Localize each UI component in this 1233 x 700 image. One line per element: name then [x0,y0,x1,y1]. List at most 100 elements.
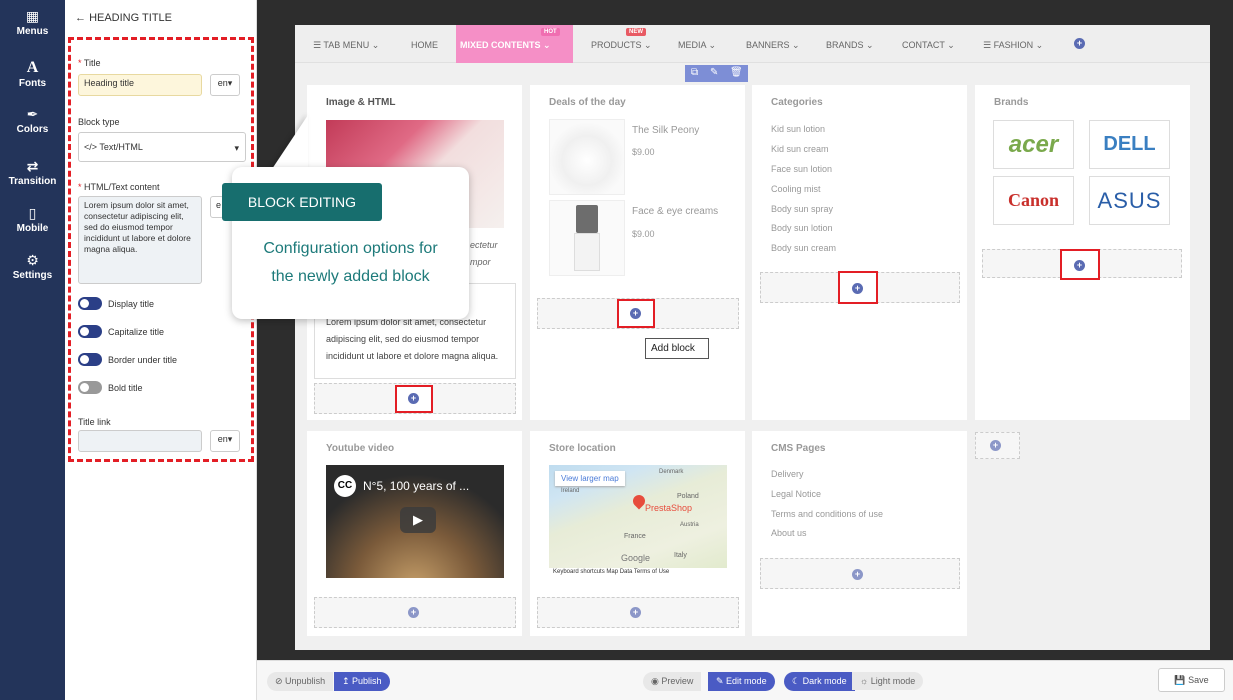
back-header[interactable]: ← HEADING TITLE [75,12,172,24]
add-block-button[interactable]: + [1074,260,1085,271]
nav-menus[interactable]: ▦ Menus [0,8,65,37]
save-button[interactable]: 💾 Save [1158,668,1225,692]
category-item[interactable]: Body sun spray [771,204,833,214]
product-price: $9.00 [632,147,655,157]
shuffle-icon: ⇄ [26,158,39,174]
menu-item-media[interactable]: MEDIA ⌄ [678,40,716,51]
html-label: * HTML/Text content [78,182,160,192]
category-item[interactable]: Kid sun cream [771,144,829,154]
nav-settings[interactable]: ⚙ Settings [0,252,65,281]
html-snippet: mpor [470,257,491,267]
nav-mobile[interactable]: ▯ Mobile [0,205,65,234]
product-price: $9.00 [632,229,655,239]
column-title: Categories [771,97,823,108]
add-block-button[interactable]: + [630,308,641,319]
hamburger-icon: ☰ [313,40,322,50]
title-link-input[interactable] [78,430,202,452]
asus-logo[interactable]: ASUS [1089,176,1170,225]
edit-mode-button[interactable]: ✎ Edit mode [708,672,775,691]
add-column-button[interactable]: + [990,440,1001,451]
capitalize-title-toggle[interactable] [78,325,102,338]
bold-title-toggle[interactable] [78,381,102,394]
nav-colors[interactable]: ✒ Colors [0,106,65,135]
video-thumbnail[interactable]: CC N°5, 100 years of ... ▶ [326,465,504,578]
product-name: Face & eye creams [632,206,719,217]
category-item[interactable]: Body sun cream [771,243,836,253]
play-icon[interactable]: ▶ [400,507,436,533]
category-item[interactable]: Kid sun lotion [771,124,825,134]
light-mode-button[interactable]: ☼ Light mode [852,672,924,690]
nav-transition[interactable]: ⇄ Transition [0,158,65,187]
category-item[interactable]: Face sun lotion [771,164,832,174]
publish-button[interactable]: ↥ Publish [334,672,390,691]
cms-item[interactable]: About us [771,528,807,538]
cms-item[interactable]: Delivery [771,469,804,479]
caret-down-icon: ▾ [227,434,233,444]
font-icon: A [26,59,39,76]
menu-item-banners[interactable]: BANNERS ⌄ [746,40,800,51]
chevron-down-icon: ⌄ [792,40,800,50]
store-map[interactable]: View larger map Denmark Ireland Poland P… [549,465,727,578]
toggle-label: Display title [108,299,155,309]
map-pin-label: PrestaShop [645,503,693,513]
menu-item-brands[interactable]: BRANDS ⌄ [826,40,874,51]
cms-item[interactable]: Legal Notice [771,489,821,499]
callout-line1: Configuration options for [263,240,438,257]
dell-logo[interactable]: DELL [1089,120,1170,169]
chevron-down-icon: ⌄ [644,40,652,50]
chevron-down-icon: ⌄ [866,40,874,50]
chevron-down-icon: ⌄ [947,40,955,50]
nav-label: Fonts [18,78,47,89]
canon-logo[interactable]: Canon [993,176,1074,225]
menu-item-home[interactable]: HOME [411,40,438,50]
add-block-button[interactable]: + [408,607,419,618]
panel-title: HEADING TITLE [89,12,172,24]
column-title: CMS Pages [771,443,826,454]
menu-item-fashion[interactable]: ☰ FASHION ⌄ [983,40,1043,51]
unpublish-button[interactable]: ⊘ Unpublish [267,672,334,691]
nav-label: Transition [8,176,57,187]
block-type-select[interactable]: </> Text/HTML ▾ [78,132,246,162]
view-larger-map-link[interactable]: View larger map [555,471,625,486]
title-input[interactable]: Heading title [78,74,202,96]
mobile-icon: ▯ [28,205,37,221]
edit-icon[interactable]: ✎ [710,67,718,78]
html-snippet: ectetur [470,240,498,250]
menu-item-contact[interactable]: CONTACT ⌄ [902,40,955,51]
copy-icon[interactable]: ⧉ [691,67,698,78]
add-menu-button[interactable]: + [1074,38,1085,49]
column-title: Image & HTML [326,97,396,108]
dark-mode-button[interactable]: ☾ Dark mode [784,672,855,691]
add-block-button[interactable]: + [408,393,419,404]
display-title-toggle[interactable] [78,297,102,310]
border-under-title-toggle[interactable] [78,353,102,366]
trash-icon[interactable]: 🗑 [730,67,743,78]
menu-item-tab-menu[interactable]: ☰ TAB MENU ⌄ [313,40,379,51]
arrow-left-icon: ← [75,12,86,24]
html-textarea[interactable]: Lorem ipsum dolor sit amet, consectetur … [78,196,202,284]
hamburger-icon: ☰ [983,40,992,50]
title-lang-select[interactable]: en▾ [210,74,240,96]
menu-item-products[interactable]: PRODUCTS ⌄ [591,40,652,51]
cms-item[interactable]: Terms and conditions of use [771,509,883,519]
add-block-button[interactable]: + [852,283,863,294]
acer-logo[interactable]: acer [993,120,1074,169]
chevron-down-icon: ⌄ [371,40,380,50]
video-title: N°5, 100 years of ... [363,479,470,493]
chevron-down-icon: ⌄ [543,40,551,50]
title-link-label: Title link [78,417,111,427]
category-item[interactable]: Body sun lotion [771,223,833,233]
menu-item-mixed-contents[interactable]: MIXED CONTENTS ⌄ [460,40,551,51]
product-name: The Silk Peony [632,125,700,136]
title-link-lang-select[interactable]: en▾ [210,430,240,452]
title-label: * Title [78,58,101,68]
add-block-button[interactable]: + [630,607,641,618]
callout-pointer [268,115,308,175]
preview-button[interactable]: ◉ Preview [643,672,702,691]
nav-fonts[interactable]: A Fonts [0,59,65,90]
chevron-down-icon: ⌄ [708,40,717,50]
add-block-button[interactable]: + [852,569,863,580]
column-title: Deals of the day [549,97,626,108]
category-item[interactable]: Cooling mist [771,184,821,194]
nav-label: Settings [12,270,53,281]
